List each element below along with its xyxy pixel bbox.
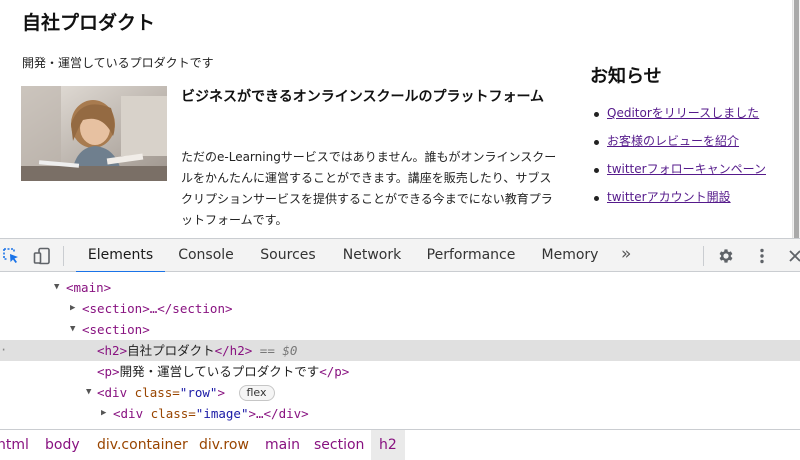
article-title: ビジネスができるオンラインスクールのプラットフォーム	[181, 89, 545, 105]
tab-elements[interactable]: Elements	[76, 239, 165, 273]
selected-node-marker: == $0	[259, 343, 298, 358]
dom-node-h2-selected[interactable]: · <h2>自社プロダクト</h2> == $0	[0, 340, 800, 361]
breadcrumb-main[interactable]: main	[265, 430, 300, 460]
close-icon[interactable]	[787, 247, 800, 265]
breadcrumb-html[interactable]: html	[0, 430, 29, 460]
article-body: ただのe-Learningサービスではありません。誰もがオンラインスクールをかん…	[181, 150, 557, 227]
news-item: twitterフォローキャンペーン	[594, 160, 767, 179]
settings-gear-icon[interactable]	[717, 247, 735, 265]
dom-node-div-image[interactable]: ▶ <div class="image">…</div>	[0, 403, 800, 424]
toolbar-separator	[63, 246, 64, 266]
inspect-element-icon[interactable]	[2, 247, 20, 265]
tab-console[interactable]: Console	[166, 239, 246, 272]
devtools-toolbar: Elements Console Sources Network Perform…	[0, 238, 800, 273]
device-toggle-icon[interactable]	[33, 247, 51, 265]
page-title: 自社プロダクト	[22, 12, 156, 34]
expand-triangle-icon[interactable]: ▶	[101, 403, 111, 424]
kebab-menu-icon[interactable]	[753, 247, 771, 265]
tab-memory[interactable]: Memory	[530, 239, 610, 272]
dom-node-section[interactable]: ▶ <section>…</section>	[0, 298, 800, 319]
expand-triangle-icon[interactable]: ▶	[70, 298, 80, 319]
page-subtitle: 開発・運営しているプロダクトです	[22, 56, 214, 70]
collapse-triangle-icon[interactable]: ▼	[54, 277, 64, 298]
dom-breadcrumb: html body div.container div.row main sec…	[0, 429, 800, 460]
child-studying-image	[21, 86, 167, 181]
news-item: twitterアカウント開設	[594, 188, 767, 207]
breadcrumb-body[interactable]: body	[45, 430, 80, 460]
breadcrumb-section[interactable]: section	[314, 430, 364, 460]
tab-performance[interactable]: Performance	[417, 239, 525, 272]
collapse-triangle-icon[interactable]: ▼	[86, 382, 96, 403]
toolbar-separator	[703, 246, 704, 266]
page-scrollbar[interactable]	[792, 0, 800, 238]
breadcrumb-h2[interactable]: h2	[371, 430, 405, 460]
news-link[interactable]: twitterアカウント開設	[607, 190, 731, 204]
tab-network[interactable]: Network	[330, 239, 414, 272]
news-link[interactable]: twitterフォローキャンペーン	[607, 162, 766, 176]
dom-node-main[interactable]: ▼ <main>	[0, 277, 800, 298]
news-item: Qeditorをリリースしました	[594, 104, 767, 123]
tab-sources[interactable]: Sources	[248, 239, 328, 272]
dom-node-p[interactable]: <p>開発・運営しているプロダクトです</p>	[0, 361, 800, 382]
more-tabs-button[interactable]: »	[621, 239, 631, 272]
news-heading: お知らせ	[590, 66, 662, 87]
page-viewport: 自社プロダクト 開発・運営しているプロダクトです ビジネスができるオンラインスク…	[0, 0, 800, 238]
selection-gutter-dot: ·	[0, 343, 8, 357]
dom-node-div-row[interactable]: ▼ <div class="row"> flex	[0, 382, 800, 403]
dom-tree: ▼ <main> ▶ <section>…</section> ▼ <secti…	[0, 272, 800, 429]
page-scrollbar-thumb[interactable]	[794, 0, 799, 238]
collapse-triangle-icon[interactable]: ▼	[70, 319, 80, 340]
news-link[interactable]: Qeditorをリリースしました	[607, 106, 759, 120]
dom-node-section[interactable]: ▼ <section>	[0, 319, 800, 340]
product-thumbnail	[21, 86, 167, 181]
breadcrumb-div-container[interactable]: div.container	[97, 430, 188, 460]
news-item: お客様のレビューを紹介	[594, 132, 767, 151]
breadcrumb-div-row[interactable]: div.row	[199, 430, 249, 460]
news-list: Qeditorをリリースしました お客様のレビューを紹介 twitterフォロー…	[594, 104, 767, 216]
news-link[interactable]: お客様のレビューを紹介	[607, 134, 739, 148]
flex-badge[interactable]: flex	[238, 385, 275, 401]
